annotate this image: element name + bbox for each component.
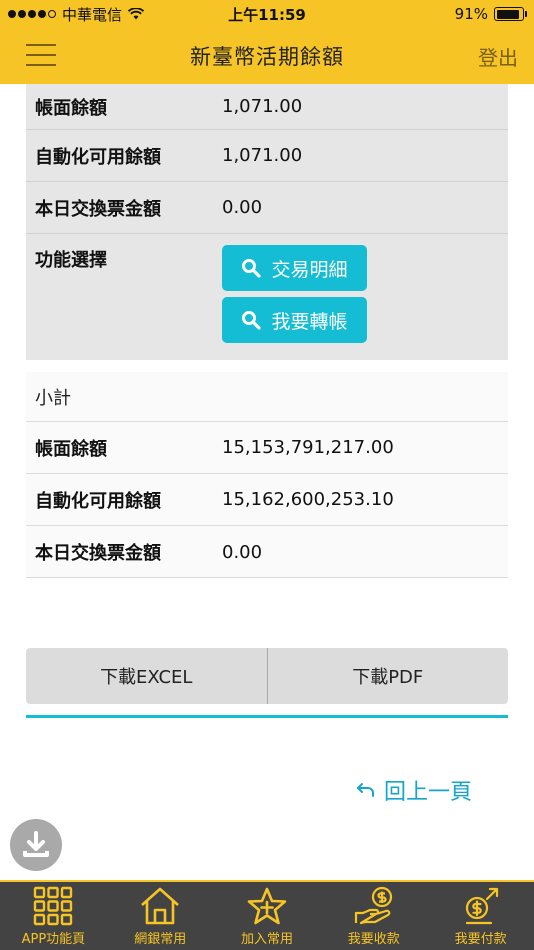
- tab-label: 加入常用: [240, 932, 293, 947]
- subtotal-header-row: 小計: [26, 372, 508, 422]
- battery-percent: 91%: [454, 5, 488, 23]
- home-icon: [141, 887, 180, 925]
- table-row: 自動化可用餘額 1,071.00: [26, 130, 508, 182]
- table-row: 本日交換票金額 0.00: [26, 182, 508, 234]
- pay-money-icon: [465, 887, 498, 925]
- signal-icon: [8, 10, 56, 18]
- tab-label: 網銀常用: [134, 932, 187, 947]
- bottom-tab-bar: APP功能頁 網銀常用 加入常用 我要收款 我要付款: [0, 880, 534, 950]
- floating-download-button[interactable]: [10, 819, 62, 871]
- page-title: 新臺幣活期餘額: [190, 45, 344, 69]
- row-label: 本日交換票金額: [35, 543, 161, 564]
- table-row: 帳面餘額 1,071.00: [26, 84, 508, 130]
- search-icon: [242, 311, 262, 330]
- tab-label: 我要收款: [347, 932, 400, 947]
- function-label: 功能選擇: [35, 250, 107, 271]
- back-link[interactable]: 回上一頁: [356, 774, 472, 806]
- row-value: 0.00: [222, 541, 263, 563]
- table-row: 自動化可用餘額 15,162,600,253.10: [26, 474, 508, 526]
- download-icon: [23, 831, 49, 857]
- row-label: 本日交換票金額: [35, 198, 161, 220]
- carrier-name: 中華電信: [62, 5, 123, 24]
- receive-money-icon: [354, 886, 392, 925]
- download-pdf-button[interactable]: 下載PDF: [268, 648, 509, 704]
- tab-netbank-favorites[interactable]: 網銀常用: [107, 882, 214, 950]
- row-label: 自動化可用餘額: [35, 146, 161, 168]
- row-label: 帳面餘額: [35, 97, 107, 119]
- tab-label: 我要付款: [454, 932, 507, 947]
- row-value: 15,162,600,253.10: [222, 489, 394, 510]
- row-value: 1,071.00: [222, 145, 303, 166]
- return-arrow-icon: [357, 783, 374, 797]
- menu-icon[interactable]: [26, 44, 56, 66]
- table-row: 帳面餘額 15,153,791,217.00: [26, 422, 508, 474]
- app-header: 新臺幣活期餘額 登出: [0, 28, 534, 84]
- tab-pay-money[interactable]: 我要付款: [427, 882, 534, 950]
- divider-line: [26, 715, 508, 718]
- download-bar: 下載EXCEL 下載PDF: [26, 648, 508, 704]
- logout-button[interactable]: 登出: [478, 42, 518, 71]
- tab-label: APP功能頁: [21, 932, 86, 947]
- download-excel-button[interactable]: 下載EXCEL: [26, 648, 267, 704]
- row-value: 1,071.00: [222, 96, 303, 117]
- search-icon: [242, 259, 262, 278]
- button-label: 交易明細: [271, 258, 348, 281]
- row-value: 15,153,791,217.00: [222, 437, 394, 458]
- button-label: 我要轉帳: [271, 310, 348, 333]
- star-icon: [247, 887, 287, 925]
- transaction-details-button[interactable]: 交易明細: [222, 245, 367, 291]
- row-label: 帳面餘額: [35, 438, 107, 460]
- status-right: 91%: [454, 5, 527, 23]
- battery-icon: [494, 7, 527, 21]
- account-balance-card: 帳面餘額 1,071.00 自動化可用餘額 1,071.00 本日交換票金額 0…: [26, 84, 508, 360]
- back-link-label: 回上一頁: [384, 780, 473, 805]
- wifi-icon: [128, 8, 145, 20]
- tab-app-functions[interactable]: APP功能頁: [0, 882, 107, 950]
- tab-add-favorite[interactable]: 加入常用: [214, 882, 321, 950]
- row-label: 自動化可用餘額: [35, 490, 161, 512]
- subtotal-title: 小計: [35, 387, 71, 409]
- subtotal-card: 小計 帳面餘額 15,153,791,217.00 自動化可用餘額 15,162…: [26, 372, 508, 578]
- grid-icon: [34, 886, 73, 926]
- status-left: 中華電信: [8, 4, 145, 25]
- tab-receive-money[interactable]: 我要收款: [320, 882, 427, 950]
- row-value: 0.00: [222, 197, 263, 218]
- table-row: 本日交換票金額 0.00: [26, 526, 508, 578]
- transfer-button[interactable]: 我要轉帳: [222, 297, 367, 343]
- status-bar: 中華電信 上午11:59 91%: [0, 0, 534, 28]
